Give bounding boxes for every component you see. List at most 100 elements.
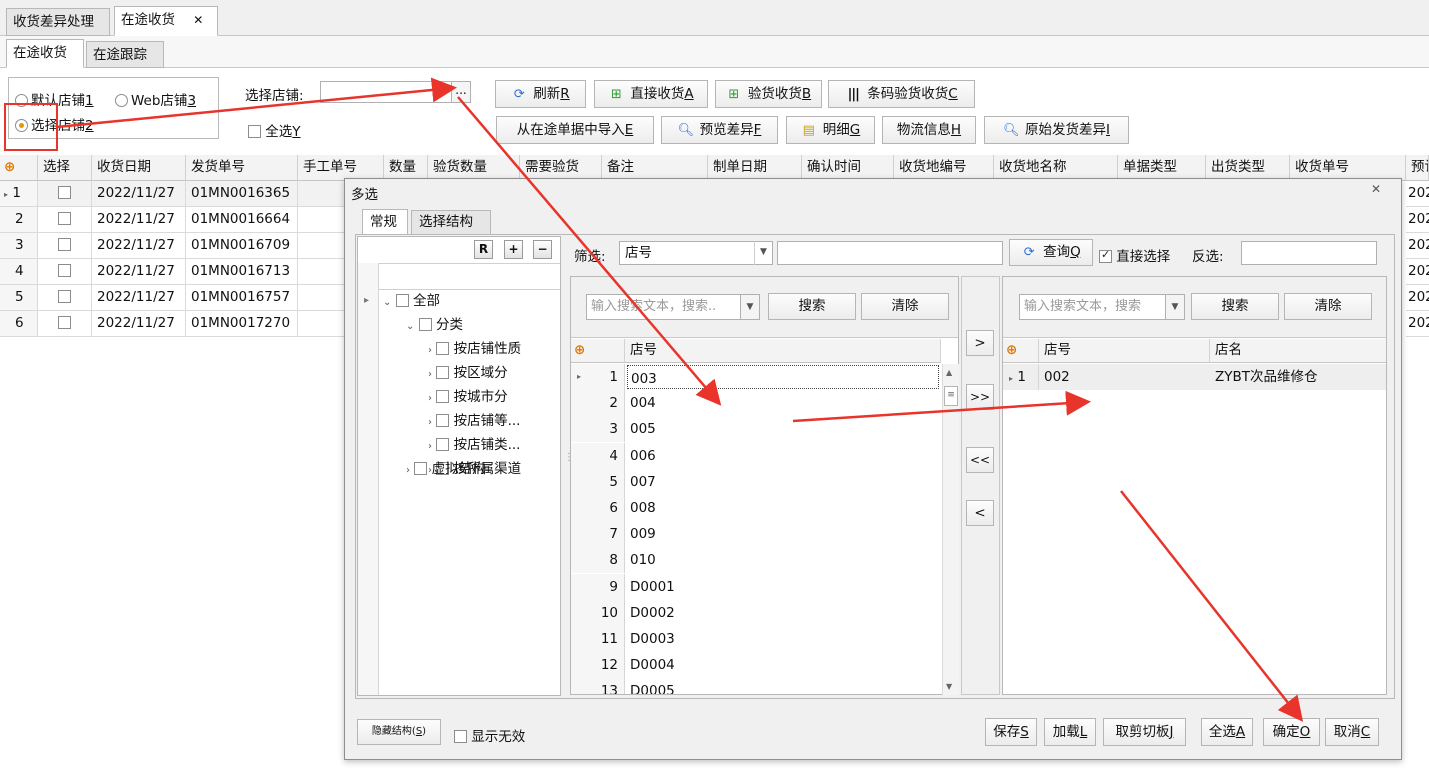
checkbox-icon[interactable] — [414, 462, 428, 475]
checkbox-icon[interactable] — [436, 390, 450, 403]
table-row[interactable]: 2 2022/11/27 01MN0016664 — [0, 207, 344, 233]
tree-node-item[interactable]: › 按城市分 — [428, 385, 508, 409]
direct-receive-button[interactable]: ⊞ 直接收货A — [594, 80, 708, 108]
list-item[interactable]: 11 D0003 — [571, 626, 942, 652]
dialog-close-icon[interactable]: ✕ — [1371, 182, 1381, 196]
refresh-button[interactable]: ⟳ 刷新R — [495, 80, 586, 108]
chevron-right-icon[interactable]: › — [428, 417, 432, 428]
list-item[interactable]: ▸ 1 003 — [571, 364, 942, 390]
radio-select-store[interactable]: 选择店铺2 — [15, 114, 94, 134]
store-code-column-header[interactable]: 店号 — [1039, 339, 1210, 363]
chevron-right-icon[interactable]: › — [428, 441, 432, 452]
tree-node-item[interactable]: › 按店铺等... — [428, 409, 520, 433]
list-item[interactable]: 12 D0004 — [571, 652, 942, 679]
list-item[interactable]: 13 D0005 — [571, 678, 942, 695]
move-all-left-button[interactable]: << — [966, 447, 994, 473]
inspect-receive-button[interactable]: ⊞ 验货收货B — [715, 80, 822, 108]
checkbox-icon[interactable] — [418, 318, 432, 331]
select-store-input[interactable] — [320, 81, 452, 103]
checkbox-icon[interactable] — [395, 294, 409, 307]
checkbox-icon[interactable] — [58, 186, 71, 199]
chevron-down-icon[interactable]: ▼ — [1165, 294, 1185, 320]
add-row-icon[interactable]: ⊕ — [1003, 339, 1039, 363]
table-row[interactable]: 3 2022/11/27 01MN0016709 — [0, 233, 344, 259]
list-item[interactable]: 5 007 — [571, 468, 942, 495]
load-button[interactable]: 加载L — [1044, 718, 1096, 746]
list-item[interactable]: 7 009 — [571, 521, 942, 548]
radio-web-store[interactable]: Web店铺3 — [115, 89, 196, 109]
tree-node-all[interactable]: ⌄ 全部 — [383, 289, 440, 313]
select-all-checkbox[interactable]: 全选Y — [248, 120, 301, 140]
checkbox-icon[interactable] — [436, 438, 450, 451]
close-icon[interactable]: ✕ — [193, 13, 203, 27]
column-header[interactable]: 收货日期 — [92, 155, 186, 181]
list-item[interactable]: 2 004 — [571, 390, 942, 417]
reset-tree-button[interactable]: R — [474, 240, 493, 259]
ok-button[interactable]: 确定O — [1263, 718, 1320, 746]
left-clear-button[interactable]: 清除 — [861, 293, 949, 320]
save-button[interactable]: 保存S — [985, 718, 1037, 746]
expand-all-button[interactable]: + — [504, 240, 523, 259]
tab-general[interactable]: 常规 — [362, 209, 408, 235]
store-code-column-header[interactable]: 店号 — [625, 339, 941, 363]
vertical-scrollbar[interactable]: ▲ ≡ ▼ — [942, 364, 959, 695]
direct-select-checkbox[interactable]: 直接选择 — [1099, 245, 1170, 265]
column-header[interactable]: 预计 — [1406, 155, 1429, 181]
original-diff-button[interactable]: 🔍︎ 原始发货差异I — [984, 116, 1129, 144]
list-item[interactable]: 8 010 — [571, 547, 942, 574]
tree-node-virtual[interactable]: › 虚拟结构 — [406, 457, 486, 481]
chevron-right-icon[interactable]: › — [428, 393, 432, 404]
chevron-down-icon[interactable]: ▼ — [754, 241, 772, 265]
tab-in-transit-receive[interactable]: 在途收货 — [6, 39, 84, 68]
checkbox-icon[interactable] — [436, 366, 450, 379]
filter-field-select[interactable]: 店号 ▼ — [619, 241, 773, 265]
right-search-button[interactable]: 搜索 — [1191, 293, 1279, 320]
chevron-down-icon[interactable]: ⌄ — [406, 321, 414, 332]
row-select-cell[interactable] — [38, 207, 92, 232]
checkbox-icon[interactable] — [58, 238, 71, 251]
row-select-cell[interactable] — [38, 311, 92, 336]
chevron-down-icon[interactable]: ⌄ — [383, 297, 391, 308]
add-row-icon[interactable]: ⊕ — [0, 155, 38, 181]
column-header[interactable]: 发货单号 — [186, 155, 298, 181]
left-search-input[interactable]: 输入搜索文本，搜索.. — [586, 294, 741, 320]
checkbox-icon[interactable] — [58, 290, 71, 303]
scroll-thumb[interactable]: ≡ — [944, 386, 958, 406]
checkbox-icon[interactable] — [58, 316, 71, 329]
left-search-button[interactable]: 搜索 — [768, 293, 856, 320]
radio-default-store[interactable]: 默认店铺1 — [15, 89, 94, 109]
chevron-right-icon[interactable]: › — [406, 465, 410, 476]
row-select-cell[interactable] — [38, 181, 92, 206]
preview-diff-button[interactable]: 🔍︎ 预览差异F — [661, 116, 778, 144]
move-right-button[interactable]: > — [966, 330, 994, 356]
collapse-all-button[interactable]: − — [533, 240, 552, 259]
store-picker-button[interactable]: ... — [451, 81, 471, 103]
filter-value-input[interactable] — [777, 241, 1003, 265]
clipboard-button[interactable]: 取剪切板J — [1103, 718, 1186, 746]
tree-node-category[interactable]: ⌄ 分类 — [406, 313, 463, 337]
checkbox-icon[interactable] — [436, 342, 450, 355]
checkbox-icon[interactable] — [58, 212, 71, 225]
list-item[interactable]: 9 D0001 — [571, 573, 942, 600]
cancel-button[interactable]: 取消C — [1325, 718, 1379, 746]
chevron-right-icon[interactable]: › — [428, 369, 432, 380]
tree-node-item[interactable]: › 按区域分 — [428, 361, 508, 385]
list-item[interactable]: 3 005 — [571, 416, 942, 443]
row-select-cell[interactable] — [38, 233, 92, 258]
chevron-down-icon[interactable]: ▼ — [740, 294, 760, 320]
scroll-down-icon[interactable]: ▼ — [946, 682, 952, 691]
add-row-icon[interactable]: ⊕ — [571, 339, 625, 363]
scroll-up-icon[interactable]: ▲ — [946, 368, 952, 377]
move-all-right-button[interactable]: >> — [966, 384, 994, 410]
hide-structure-button[interactable]: 隐藏结构(S) — [357, 719, 441, 745]
list-item[interactable]: 10 D0002 — [571, 599, 942, 626]
checkbox-icon[interactable] — [58, 264, 71, 277]
table-row[interactable]: 4 2022/11/27 01MN0016713 — [0, 259, 344, 285]
tab-in-transit[interactable]: 在途收货 ✕ — [114, 6, 218, 36]
list-item[interactable]: ▸ 1 002 ZYBT次品维修仓 — [1003, 364, 1386, 390]
store-name-column-header[interactable]: 店名 — [1210, 339, 1386, 363]
tab-receipt-diff[interactable]: 收货差异处理 — [6, 8, 110, 36]
column-header[interactable]: 选择 — [38, 155, 92, 181]
right-search-input[interactable]: 输入搜索文本，搜索 — [1019, 294, 1166, 320]
list-item[interactable]: 6 008 — [571, 495, 942, 521]
